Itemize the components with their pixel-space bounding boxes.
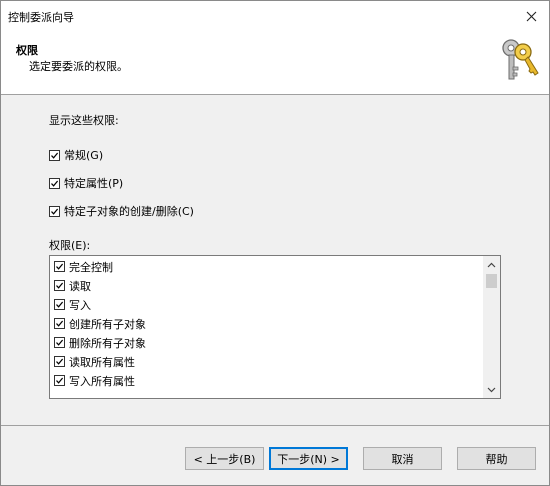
permission-label: 删除所有子对象 [69, 336, 146, 350]
checkbox-label: 特定子对象的创建/删除(C) [64, 205, 194, 218]
permission-label: 创建所有子对象 [69, 317, 146, 331]
close-icon [526, 11, 536, 21]
checkmark-icon [51, 208, 59, 215]
checkbox-label: 特定属性(P) [64, 177, 124, 190]
checkmark-icon [56, 358, 64, 365]
permission-label: 读取 [69, 279, 91, 293]
scroll-down-button[interactable] [483, 381, 500, 398]
checkbox-label: 常规(G) [64, 149, 104, 162]
filter-specific-properties-checkbox[interactable]: 特定属性(P) [49, 175, 123, 191]
checkmark-icon [51, 152, 59, 159]
checkbox-box[interactable] [54, 375, 65, 386]
checkmark-icon [51, 180, 59, 187]
permission-item-create-children[interactable]: 创建所有子对象 [54, 314, 146, 333]
permission-item-delete-children[interactable]: 删除所有子对象 [54, 333, 146, 352]
checkmark-icon [56, 301, 64, 308]
back-button[interactable]: < 上一步(B) [185, 447, 264, 470]
chevron-up-icon [487, 262, 496, 267]
permission-label: 写入 [69, 298, 91, 312]
permission-item-write-all-properties[interactable]: 写入所有属性 [54, 371, 135, 390]
permission-item-write[interactable]: 写入 [54, 295, 91, 314]
page-subtitle: 选定要委派的权限。 [29, 60, 128, 73]
permission-item-full-control[interactable]: 完全控制 [54, 257, 113, 276]
checkbox-box[interactable] [49, 205, 60, 217]
permission-label: 读取所有属性 [69, 355, 135, 369]
checkbox-box[interactable] [49, 149, 60, 161]
close-button[interactable] [513, 1, 549, 31]
filter-general-checkbox[interactable]: 常规(G) [49, 147, 103, 163]
page-title: 权限 [16, 44, 38, 57]
filter-label: 显示这些权限: [49, 114, 119, 127]
chevron-down-icon [487, 387, 496, 392]
checkmark-icon [56, 282, 64, 289]
help-button[interactable]: 帮助 [457, 447, 536, 470]
checkbox-box[interactable] [54, 261, 65, 272]
scroll-thumb[interactable] [486, 274, 497, 288]
checkbox-box[interactable] [49, 177, 60, 189]
wizard-window: 控制委派向导 权限 选定要委派的权限。 显示这些权限: 常规(G) 特定属性(P… [0, 0, 550, 486]
permissions-items: 完全控制 读取 写入 创建所有子对象 删除所有子对象 读取所有属性 写入所有属性 [50, 256, 483, 398]
title-bar: 控制委派向导 [1, 1, 549, 31]
permissions-label: 权限(E): [49, 239, 91, 252]
keys-icon [502, 39, 539, 80]
checkbox-box[interactable] [54, 299, 65, 310]
checkmark-icon [56, 263, 64, 270]
filter-child-objects-checkbox[interactable]: 特定子对象的创建/删除(C) [49, 203, 194, 219]
cancel-button[interactable]: 取消 [363, 447, 442, 470]
checkbox-box[interactable] [54, 318, 65, 329]
wizard-content: 显示这些权限: 常规(G) 特定属性(P) 特定子对象的创建/删除(C) 权限(… [1, 95, 549, 425]
checkmark-icon [56, 377, 64, 384]
window-title: 控制委派向导 [8, 11, 74, 24]
permission-item-read[interactable]: 读取 [54, 276, 91, 295]
wizard-header: 权限 选定要委派的权限。 [1, 31, 549, 95]
wizard-footer: < 上一步(B) 下一步(N) > 取消 帮助 [1, 425, 549, 485]
permissions-list[interactable]: 完全控制 读取 写入 创建所有子对象 删除所有子对象 读取所有属性 写入所有属性 [49, 255, 501, 399]
permission-label: 写入所有属性 [69, 374, 135, 388]
checkbox-box[interactable] [54, 280, 65, 291]
permission-label: 完全控制 [69, 260, 113, 274]
checkmark-icon [56, 320, 64, 327]
checkbox-box[interactable] [54, 337, 65, 348]
next-button[interactable]: 下一步(N) > [269, 447, 348, 470]
list-scrollbar[interactable] [483, 256, 500, 398]
permission-item-read-all-properties[interactable]: 读取所有属性 [54, 352, 135, 371]
checkmark-icon [56, 339, 64, 346]
checkbox-box[interactable] [54, 356, 65, 367]
scroll-up-button[interactable] [483, 256, 500, 273]
